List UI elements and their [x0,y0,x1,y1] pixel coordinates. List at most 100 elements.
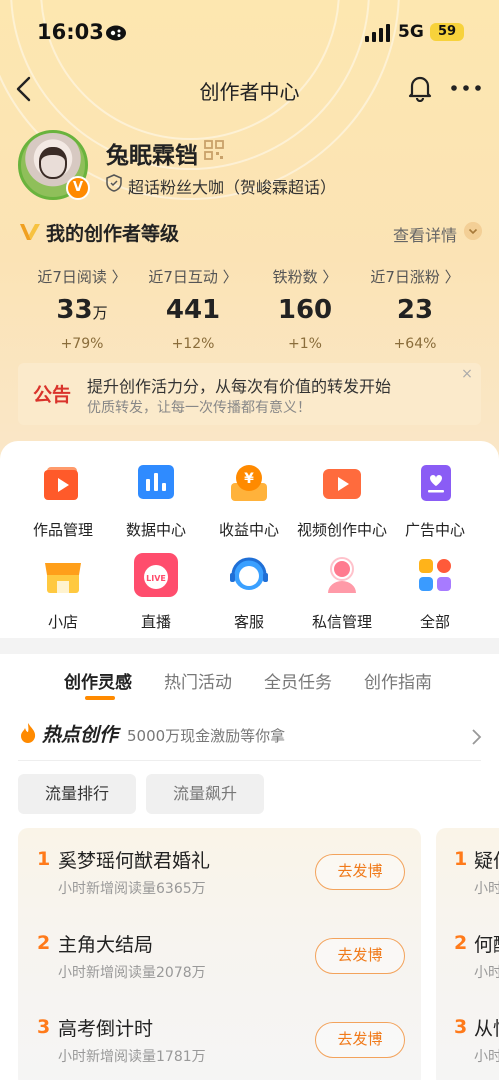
divider [18,760,481,761]
ranking-item[interactable]: 1 奚梦瑶何猷君婚礼 小时新增阅读量6365万 去发博 [18,828,421,912]
live-icon: LIVE [134,553,178,597]
hot-creation-header[interactable]: 热点创作 5000万现金激励等你拿 [0,712,499,760]
tool-label: 全部 [419,613,450,631]
rank-meta: 小时新增阅读量1781万 [58,1049,206,1065]
stat-label: 近7日涨粉 〉 [370,268,460,286]
rank-number: 2 [454,932,468,954]
rank-title: 从忖 [474,1018,499,1040]
data-center-icon [138,465,174,499]
ranking-item: 1 疑伯 小时 [436,828,499,912]
hot-creation-title: 热点创作 [42,724,119,746]
tool-label: 小店 [47,613,78,631]
tool-message-management[interactable]: 私信管理 [292,553,392,632]
network-type: 5G [398,22,424,42]
rank-title: 主角大结局 [58,934,154,956]
stat-value: 160 [277,295,333,325]
tool-label: 数据中心 [125,521,186,539]
creator-level-icon [20,224,40,240]
rank-meta: 小时 [474,965,499,981]
shield-icon [106,174,122,192]
rank-title: 何酮 [474,934,499,956]
tool-label: 广告中心 [404,521,465,539]
rank-meta: 小时新增阅读量6365万 [58,881,206,897]
rank-number: 3 [454,1016,468,1038]
stat-label: 近7日阅读 〉 [37,268,127,286]
post-button[interactable]: 去发博 [315,938,405,974]
chip-traffic-ranking[interactable]: 流量排行 [18,774,136,814]
chevron-down-icon[interactable] [464,222,482,240]
stat-value: 33万 [56,295,108,325]
ranking-item[interactable]: 3 高考倒计时 小时新增阅读量1781万 去发博 [18,996,421,1080]
status-time: 16:03 [37,20,104,44]
weibo-icon [106,25,126,41]
rank-meta: 小时新增阅读量2078万 [58,965,206,981]
tab-hot-events[interactable]: 热门活动 [164,668,232,693]
announcement-text: 提升创作活力分，从每次有价值的转发开始 [87,377,392,396]
username[interactable]: 兔眠霖铛 [106,136,198,170]
works-icon [44,467,78,500]
svg-text:¥: ¥ [244,471,254,487]
tool-label: 直播 [140,613,171,631]
stat-reads[interactable]: 近7日阅读 〉 33万 +79% [27,266,137,352]
tool-works-management[interactable]: 作品管理 [13,461,113,540]
stat-new-fans[interactable]: 近7日涨粉 〉 23 +64% [360,266,470,352]
tools-panel: 作品管理 数据中心 ¥ 收益中心 视频创作中心 广告中心 小店 LIVE 直播 … [0,441,499,638]
svg-text:LIVE: LIVE [146,574,166,583]
video-icon [323,469,361,499]
rank-title: 奚梦瑶何猷君婚礼 [58,850,211,872]
tool-customer-service[interactable]: 客服 [199,553,299,632]
chevron-right-icon[interactable] [470,728,482,746]
post-button[interactable]: 去发博 [315,854,405,890]
stat-iron-fans[interactable]: 铁粉数 〉 160 +1% [250,266,360,352]
ranking-card: 1 奚梦瑶何猷君婚礼 小时新增阅读量6365万 去发博 2 主角大结局 小时新增… [18,828,421,1080]
qr-code-icon[interactable] [204,140,224,160]
rank-title: 高考倒计时 [58,1018,154,1040]
ranking-item[interactable]: 2 主角大结局 小时新增阅读量2078万 去发博 [18,912,421,996]
tool-label: 客服 [233,613,264,631]
announcement-banner[interactable]: 公告 提升创作活力分，从每次有价值的转发开始 优质转发，让每一次传播都有意义！ … [18,363,481,425]
stat-change: +79% [60,336,104,352]
bell-icon[interactable] [407,74,433,102]
post-button[interactable]: 去发博 [315,1022,405,1058]
fan-title[interactable]: 超话粉丝大咖（贺峻霖超话） [128,174,336,198]
stat-change: +1% [288,336,322,352]
stat-label: 近7日互动 〉 [148,268,238,286]
rank-meta: 小时 [474,1049,499,1065]
stat-label: 铁粉数 〉 [272,268,338,286]
rank-meta: 小时 [474,881,499,897]
tool-shop[interactable]: 小店 [13,553,113,632]
stat-change: +64% [393,336,437,352]
tool-live[interactable]: LIVE 直播 [106,553,206,632]
stat-interactions[interactable]: 近7日互动 〉 441 +12% [138,266,248,352]
view-details-link[interactable]: 查看详情 [393,222,457,246]
tab-creation-guide[interactable]: 创作指南 [364,668,432,693]
ad-icon [421,465,451,501]
rank-number: 1 [37,848,51,870]
close-icon[interactable]: × [459,366,475,382]
tool-data-center[interactable]: 数据中心 [106,461,206,540]
tool-revenue-center[interactable]: ¥ 收益中心 [199,461,299,540]
rank-number: 1 [454,848,468,870]
chip-traffic-surge[interactable]: 流量飙升 [146,774,264,814]
all-icon [419,559,451,591]
tool-video-creation-center[interactable]: 视频创作中心 [292,461,392,540]
battery-indicator: 59 [430,23,464,41]
more-icon[interactable] [449,78,483,98]
rank-number: 2 [37,932,51,954]
tool-label: 视频创作中心 [296,521,387,539]
tool-all[interactable]: 全部 [385,553,485,632]
tool-ad-center[interactable]: 广告中心 [385,461,485,540]
ranking-card-next[interactable]: 1 疑伯 小时 2 何酮 小时 3 从忖 小时 [436,828,499,1080]
tab-creative-inspiration[interactable]: 创作灵感 [64,668,132,693]
announcement-subtext: 优质转发，让每一次传播都有意义！ [87,400,311,416]
hot-creation-subtitle: 5000万现金激励等你拿 [127,727,286,745]
rank-number: 3 [37,1016,51,1038]
ranking-item: 2 何酮 小时 [436,912,499,996]
active-tab-indicator [85,696,115,700]
fire-icon [21,723,36,743]
message-icon [328,557,356,593]
stat-value: 23 [396,295,434,325]
tab-all-member-tasks[interactable]: 全员任务 [264,668,332,693]
section-divider [0,638,499,654]
status-bar: 16:03 5G 59 [0,0,499,62]
